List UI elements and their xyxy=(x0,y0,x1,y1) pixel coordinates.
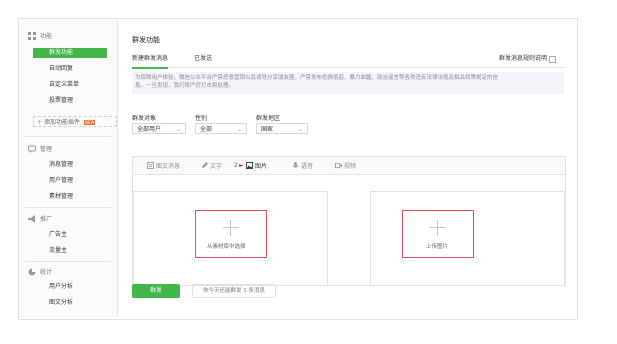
divider xyxy=(25,261,111,262)
new-badge: NEW xyxy=(83,120,96,125)
plus-icon xyxy=(430,220,446,236)
tool-label: 文字 xyxy=(210,163,223,170)
select-from-library-button[interactable]: 从素材库中选择 xyxy=(195,210,267,258)
tab-bar: 新建群发消息 已发送 群发消息规则说明 xyxy=(132,55,564,69)
sidebar-section-manage: 管理 xyxy=(28,144,52,153)
tool-video[interactable]: 视频 xyxy=(335,161,356,170)
policy-notice: 为保障用户体验，微信公众平台严禁恶意营销以及诱导分享朋友圈，严禁发布色情低俗、暴… xyxy=(132,72,564,94)
step-marker: 2 xyxy=(234,162,238,169)
select-value: 全部 xyxy=(200,126,213,133)
external-link-icon xyxy=(549,55,556,63)
chevron-down-icon: ⌄ xyxy=(175,126,181,133)
section-title: 统计 xyxy=(40,269,53,276)
sidebar-item-auto-reply[interactable]: 自动回复 xyxy=(33,64,107,74)
message-editor: 图文消息 文字 2 ► 图片 语音 视频 从素材库中选择 上传图片 xyxy=(132,156,566,286)
sidebar-item-users[interactable]: 用户管理 xyxy=(33,176,107,186)
article-icon xyxy=(147,162,154,169)
add-plugin-button[interactable]: + 添加功能插件 NEW xyxy=(33,116,117,127)
pen-icon xyxy=(201,162,208,169)
sidebar-item-advertiser[interactable]: 广告主 xyxy=(33,230,107,240)
sidebar-item-messages[interactable]: 消息管理 xyxy=(33,160,107,170)
add-plugin-label: 添加功能插件 xyxy=(44,119,81,126)
sidebar-item-article-analysis[interactable]: 图文分析 xyxy=(33,298,107,308)
filter-label-gender: 性别 xyxy=(195,115,208,122)
plus-icon xyxy=(223,220,239,236)
chevron-down-icon: ⌄ xyxy=(297,126,303,133)
main-content: 群发功能 新建群发消息 已发送 群发消息规则说明 为保障用户体验，微信公众平台严… xyxy=(118,19,575,317)
gender-select[interactable]: 全部 ⌄ xyxy=(195,123,247,134)
library-label: 从素材库中选择 xyxy=(207,244,246,250)
grid-icon xyxy=(28,31,36,40)
region-select[interactable]: 国家 ⌄ xyxy=(256,123,308,134)
target-select[interactable]: 全部用户 ⌄ xyxy=(132,123,186,134)
image-icon xyxy=(246,162,253,169)
sidebar-item-vote[interactable]: 投票管理 xyxy=(33,96,107,106)
video-icon xyxy=(335,162,342,169)
sidebar-item-custom-menu[interactable]: 自定义菜单 xyxy=(33,80,107,90)
rules-link[interactable]: 群发消息规则说明 xyxy=(499,55,556,63)
tool-label: 视频 xyxy=(344,163,357,170)
tool-article[interactable]: 图文消息 xyxy=(147,161,180,170)
tool-text[interactable]: 文字 xyxy=(201,161,222,170)
upload-panel: 上传图片 xyxy=(370,191,565,286)
upload-label: 上传图片 xyxy=(426,244,449,250)
filter-label-target: 群发对象 xyxy=(132,115,157,122)
quota-hint: 你今天还能群发 1 条消息 xyxy=(192,284,276,298)
pie-chart-icon xyxy=(28,268,36,275)
section-title: 推广 xyxy=(40,216,53,223)
section-title: 功能 xyxy=(40,33,53,40)
notice-line: 为保障用户体验，微信公众平台严禁恶意营销以及诱导分享朋友圈，严禁发布色情低俗、暴… xyxy=(135,75,499,81)
tool-image[interactable]: 图片 xyxy=(246,161,267,170)
filter-label-region: 群发地区 xyxy=(256,115,281,122)
sidebar-section-function: 功能 xyxy=(28,31,52,40)
plus-icon: + xyxy=(37,119,43,126)
divider xyxy=(25,207,111,208)
sidebar-item-materials[interactable]: 素材管理 xyxy=(33,192,107,202)
tool-label: 语音 xyxy=(301,163,314,170)
megaphone-icon xyxy=(28,214,35,223)
tab-sent[interactable]: 已发送 xyxy=(194,55,212,67)
select-value: 全部用户 xyxy=(137,126,162,133)
sidebar-item-user-analysis[interactable]: 用户分析 xyxy=(33,282,107,292)
microphone-icon xyxy=(292,162,299,168)
sidebar-section-stats: 统计 xyxy=(28,267,52,276)
message-type-toolbar: 图文消息 文字 2 ► 图片 语音 视频 xyxy=(133,157,565,175)
tab-new-message[interactable]: 新建群发消息 xyxy=(132,55,169,69)
send-button[interactable]: 群发 xyxy=(132,284,180,298)
page-title: 群发功能 xyxy=(132,36,160,44)
notice-line: 息。一旦发现，我们将严厉打击和处理。 xyxy=(135,83,235,89)
upload-image-button[interactable]: 上传图片 xyxy=(402,210,474,258)
tool-label: 图文消息 xyxy=(156,163,181,170)
divider xyxy=(25,136,111,137)
chat-icon xyxy=(28,145,36,153)
arrow-right-icon: ► xyxy=(239,162,244,169)
library-panel: 从素材库中选择 xyxy=(133,191,328,286)
section-title: 管理 xyxy=(40,146,53,153)
sidebar-item-publisher[interactable]: 流量主 xyxy=(33,246,107,256)
sidebar-section-promote: 推广 xyxy=(28,214,52,223)
sidebar: 功能 群发功能 自动回复 自定义菜单 投票管理 + 添加功能插件 NEW 管理 … xyxy=(19,19,118,317)
tool-voice[interactable]: 语音 xyxy=(292,161,313,170)
chevron-down-icon: ⌄ xyxy=(236,126,242,133)
sidebar-item-mass-send[interactable]: 群发功能 xyxy=(33,48,107,58)
select-value: 国家 xyxy=(261,126,274,133)
rules-label: 群发消息规则说明 xyxy=(498,55,547,62)
tool-label: 图片 xyxy=(255,163,268,170)
